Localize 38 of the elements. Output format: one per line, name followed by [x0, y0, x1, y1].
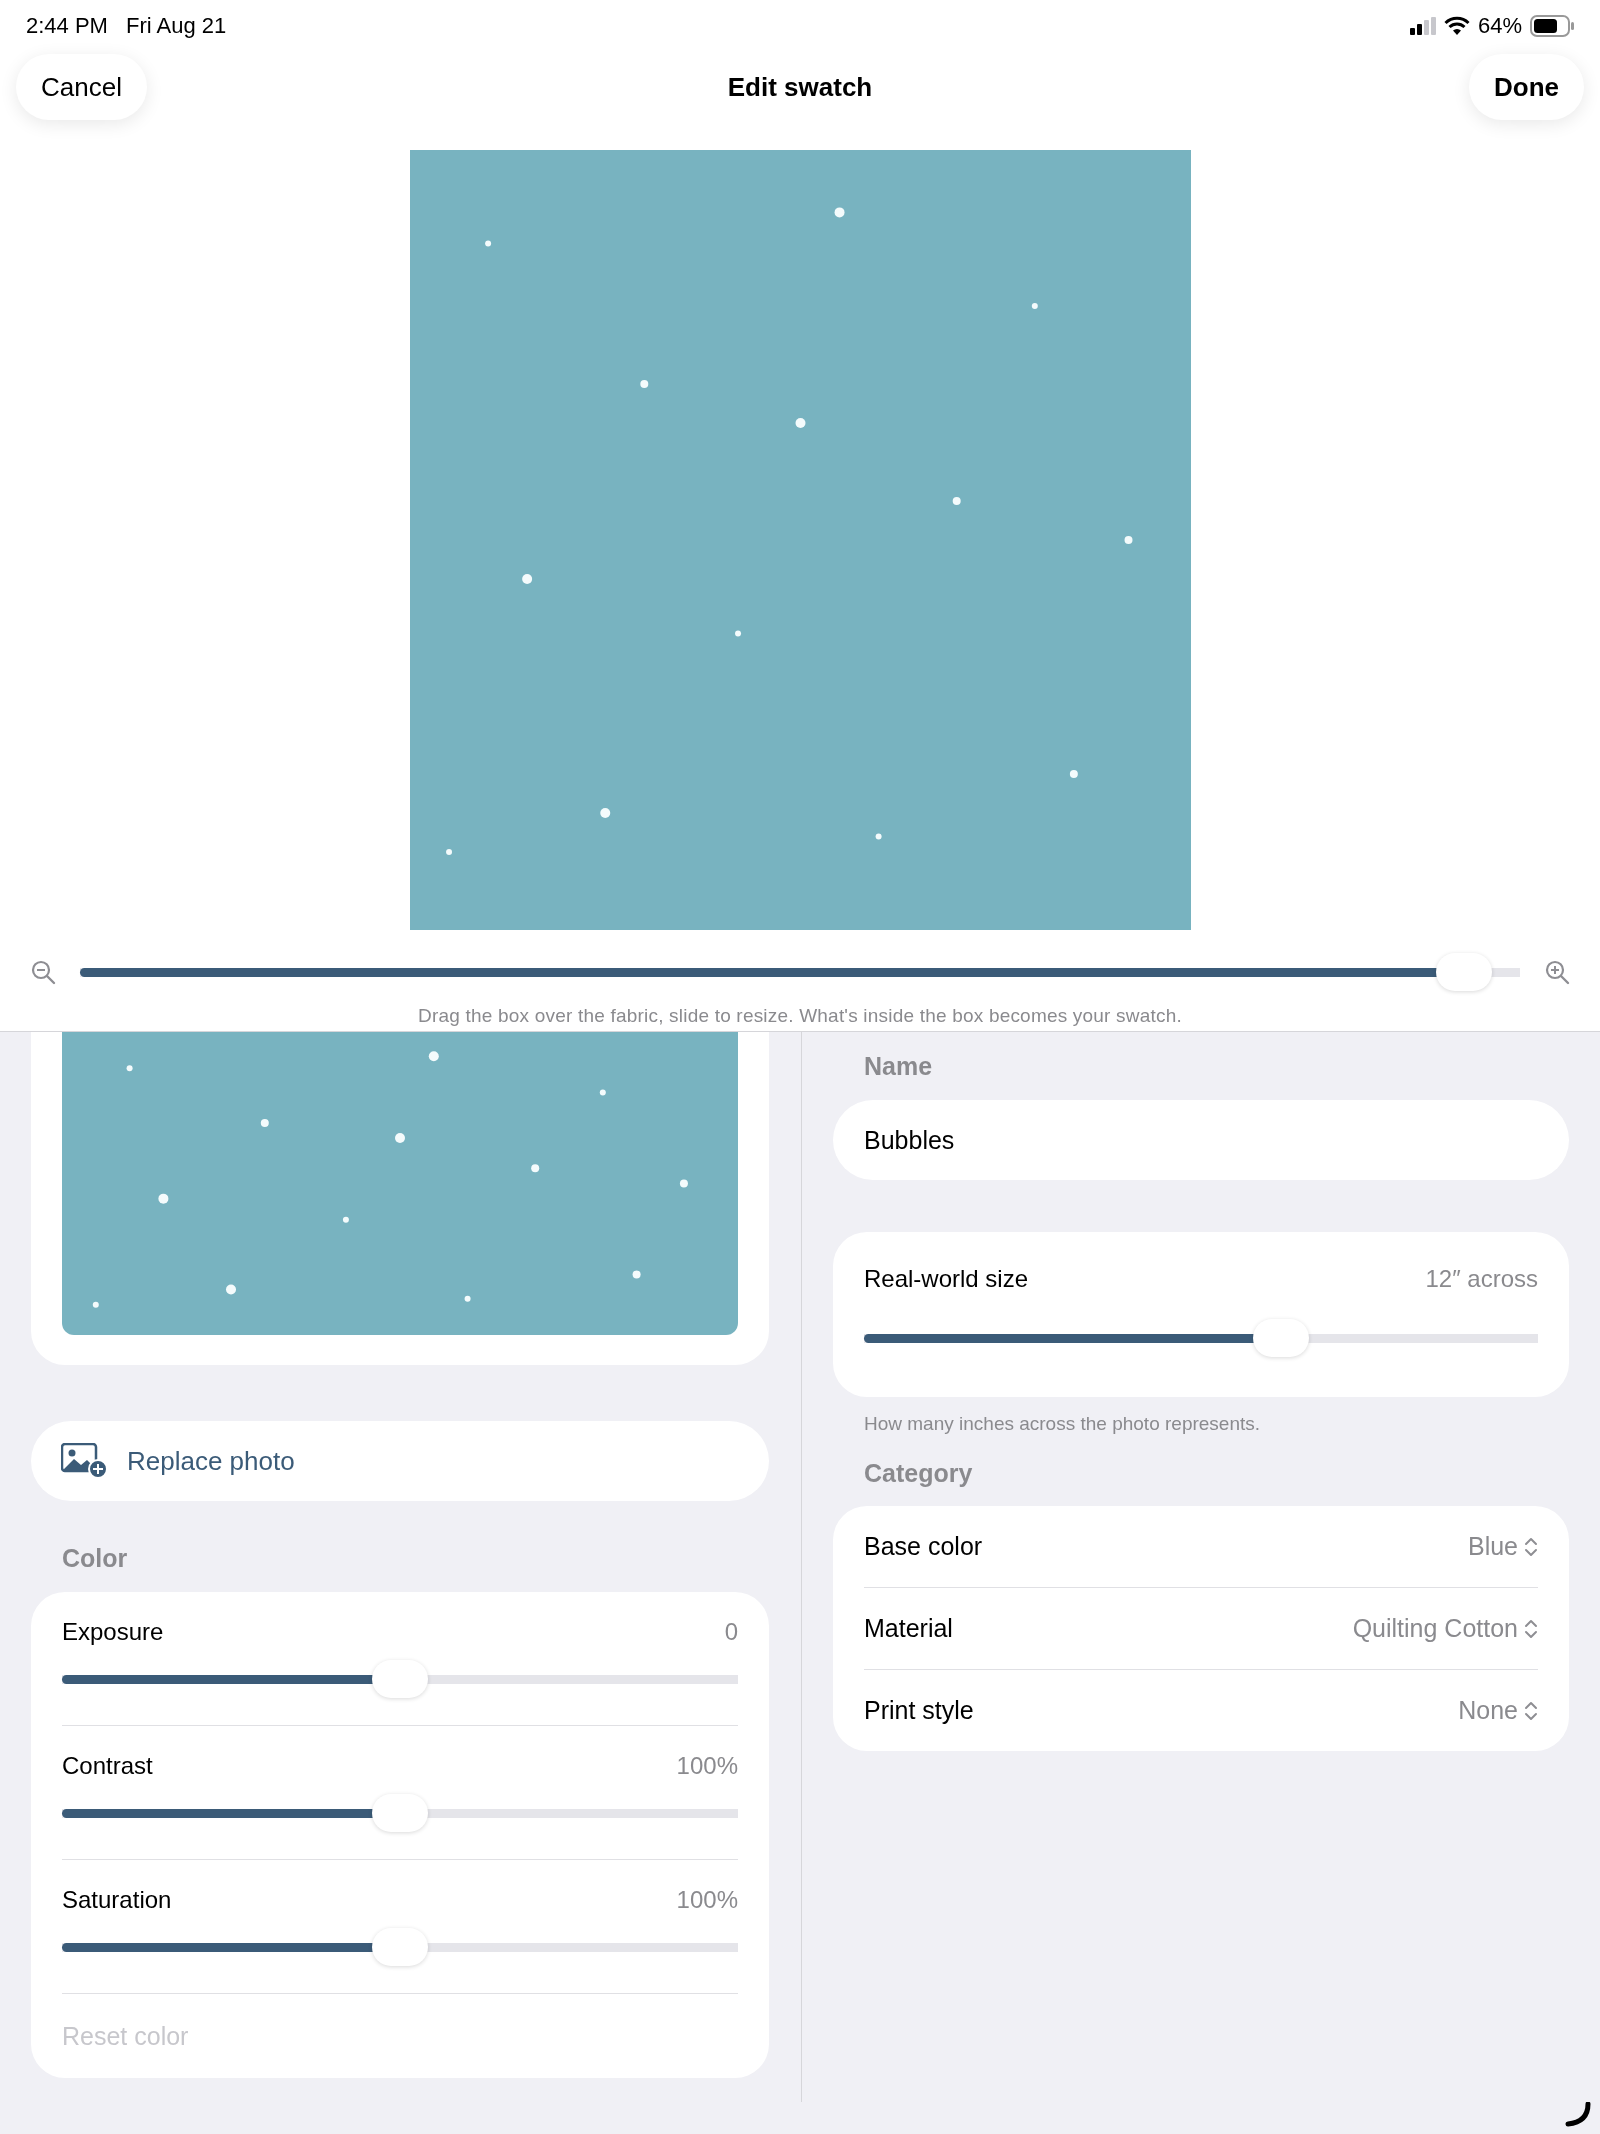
hint-text: How many inches across the photo represents.: [864, 1413, 1262, 1435]
zoom-out-icon[interactable]: [30, 959, 56, 985]
name-field[interactable]: Bubbles: [833, 1100, 1569, 1180]
replace-photo-button[interactable]: Replace photo: [31, 1421, 769, 1501]
section-header: Color: [62, 1544, 129, 1574]
section-header: Name: [864, 1052, 934, 1082]
photo-add-icon: [61, 1443, 109, 1479]
slider-label: Exposure: [62, 1618, 164, 1646]
chevron-icon: [1524, 1535, 1538, 1558]
wifi-icon: [1443, 16, 1470, 36]
slider-label: Real-world size: [864, 1265, 1029, 1293]
cancel-button[interactable]: Cancel: [16, 54, 147, 120]
clock-time: 2:44 PM: [26, 13, 108, 39]
battery-percent: 64%: [1477, 13, 1522, 39]
zoom-in-icon[interactable]: [1544, 959, 1570, 985]
slider-thumb[interactable]: [1253, 1319, 1310, 1357]
battery-icon: [1530, 15, 1574, 37]
slider-thumb[interactable]: [1436, 953, 1493, 991]
chevron-icon: [1524, 1617, 1538, 1640]
slider-value: 100%: [676, 1752, 738, 1780]
done-button[interactable]: Done: [1469, 54, 1584, 120]
picker-label: Material: [864, 1614, 953, 1643]
slider-thumb[interactable]: [372, 1660, 428, 1698]
screen-title: Edit swatch: [727, 71, 873, 103]
slider-thumb[interactable]: [372, 1928, 428, 1966]
chevron-icon: [1524, 1699, 1538, 1722]
hint-text: Drag the box over the fabric, slide to resize. What's inside the box becomes your swatch.: [417, 1005, 1183, 1027]
slider-value: 100%: [676, 1886, 738, 1914]
slider-label: Saturation: [62, 1886, 172, 1914]
picker-label: Print style: [864, 1696, 974, 1725]
date: Fri Aug 21: [125, 13, 227, 39]
slider-label: Contrast: [62, 1752, 153, 1780]
picker-label: Base color: [864, 1532, 983, 1561]
slider-thumb[interactable]: [372, 1794, 428, 1832]
slider-value: 12″ across: [1425, 1265, 1538, 1293]
signal-icon: [1409, 17, 1436, 35]
slider-value: 0: [724, 1618, 738, 1646]
section-header: Category: [864, 1459, 974, 1489]
